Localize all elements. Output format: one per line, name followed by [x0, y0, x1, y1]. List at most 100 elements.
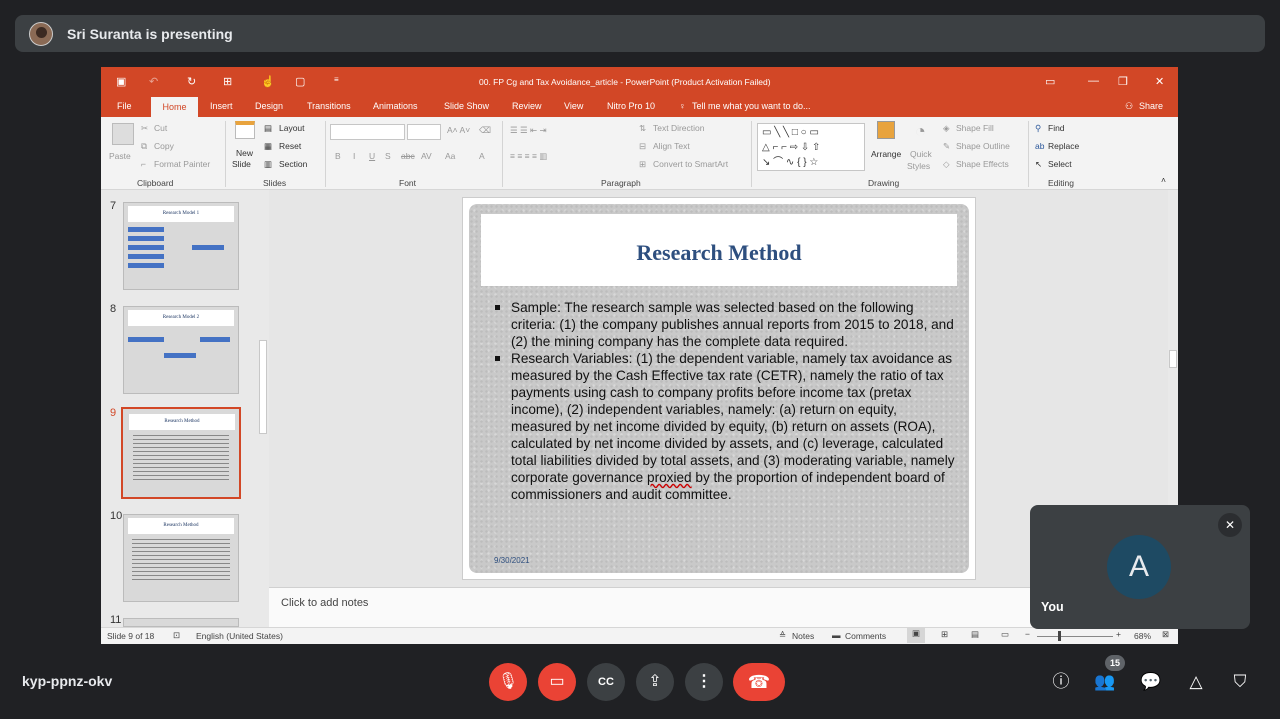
- grow-font-icon[interactable]: A˄ A˅: [447, 125, 470, 135]
- clear-format-icon[interactable]: ⌫: [479, 125, 491, 136]
- copy-button[interactable]: Copy: [154, 141, 174, 151]
- font-size-field[interactable]: [407, 124, 441, 140]
- font-color-button[interactable]: A: [479, 151, 485, 161]
- slide-thumbnail-9[interactable]: Research Method: [121, 407, 241, 499]
- mic-toggle-button[interactable]: 🎙: [489, 663, 527, 701]
- more-options-button[interactable]: ⋮: [685, 663, 723, 701]
- quick-styles-icon[interactable]: ◔: [915, 121, 926, 142]
- slide-thumbnail-10[interactable]: Research Method: [123, 514, 239, 602]
- captions-button[interactable]: CC: [587, 663, 625, 701]
- tab-design[interactable]: Design: [255, 101, 283, 111]
- chat-button[interactable]: 💬: [1139, 670, 1163, 694]
- reading-view-icon[interactable]: ▤: [971, 629, 979, 640]
- zoom-slider-thumb[interactable]: [1058, 631, 1061, 641]
- slide-canvas[interactable]: Research Method Sample: The research sam…: [462, 197, 976, 580]
- self-video-tile[interactable]: ✕ A You: [1030, 505, 1250, 629]
- tab-review[interactable]: Review: [512, 101, 542, 111]
- host-controls-button[interactable]: ⛉: [1228, 670, 1252, 694]
- tab-nitro[interactable]: Nitro Pro 10: [607, 101, 655, 111]
- tell-me-box[interactable]: Tell me what you want to do...: [692, 101, 811, 111]
- people-button[interactable]: 👥: [1093, 670, 1117, 694]
- zoom-slider[interactable]: [1037, 636, 1113, 637]
- section-button[interactable]: Section: [279, 159, 307, 169]
- slide-title[interactable]: Research Method: [481, 214, 957, 286]
- arrange-icon[interactable]: [877, 121, 895, 139]
- paste-button[interactable]: Paste: [109, 151, 131, 161]
- tab-file[interactable]: File: [117, 101, 132, 111]
- font-name-field[interactable]: [330, 124, 405, 140]
- zoom-in-icon[interactable]: +: [1116, 629, 1121, 639]
- find-button[interactable]: Find: [1048, 123, 1065, 133]
- replace-button[interactable]: Replace: [1048, 141, 1079, 151]
- strikethrough-button[interactable]: abc: [401, 151, 415, 161]
- shadow-button[interactable]: S: [385, 151, 391, 161]
- cut-button[interactable]: Cut: [154, 123, 167, 133]
- restore-icon[interactable]: ❐: [1118, 75, 1128, 88]
- save-icon[interactable]: ▣: [116, 75, 126, 88]
- redo-icon[interactable]: ↻: [187, 75, 196, 88]
- present-button[interactable]: ⇪: [636, 663, 674, 701]
- new-slide-button[interactable]: New: [236, 148, 253, 158]
- tab-slideshow[interactable]: Slide Show: [444, 101, 489, 111]
- close-icon[interactable]: ✕: [1155, 75, 1164, 88]
- zoom-level[interactable]: 68%: [1134, 631, 1151, 641]
- slide-body[interactable]: Sample: The research sample was selected…: [495, 299, 955, 503]
- change-case-button[interactable]: Aa: [445, 151, 455, 161]
- quick-styles-button-line2[interactable]: Styles: [907, 161, 930, 171]
- spellcheck-icon[interactable]: ⊡: [173, 630, 180, 641]
- fit-slide-icon[interactable]: ⊠: [1162, 629, 1169, 640]
- minimize-icon[interactable]: —: [1088, 75, 1099, 87]
- align-icons[interactable]: ≡ ≡ ≡ ≡ ▥: [510, 151, 547, 162]
- shapes-gallery[interactable]: ▭ ╲ ╲ □ ○ ▭ △ ⌐ ⌐ ⇨ ⇩ ⇧ ↘ ⌒ ∿ { } ☆: [757, 123, 865, 171]
- underline-button[interactable]: U: [369, 151, 375, 161]
- align-text-button[interactable]: Align Text: [653, 141, 690, 151]
- touch-mode-icon[interactable]: ☝: [261, 75, 275, 88]
- activities-button[interactable]: △: [1184, 670, 1208, 694]
- reset-button[interactable]: Reset: [279, 141, 301, 151]
- convert-smartart-button[interactable]: Convert to SmartArt: [653, 159, 728, 169]
- format-painter-button[interactable]: Format Painter: [154, 159, 210, 169]
- arrange-button[interactable]: Arrange: [871, 149, 901, 159]
- bold-button[interactable]: B: [335, 151, 341, 161]
- slide-thumbnail-11[interactable]: [123, 618, 239, 627]
- sorter-view-icon[interactable]: ⊞: [941, 629, 948, 640]
- slide-thumbnail-8[interactable]: Research Model 2: [123, 306, 239, 394]
- start-slideshow-icon[interactable]: ⊞: [223, 75, 232, 88]
- new-file-icon[interactable]: ▢: [295, 75, 305, 88]
- tab-insert[interactable]: Insert: [210, 101, 233, 111]
- leave-call-button[interactable]: ☎: [733, 663, 785, 701]
- shape-fill-button[interactable]: Shape Fill: [956, 123, 994, 133]
- select-button[interactable]: Select: [1048, 159, 1072, 169]
- shape-effects-button[interactable]: Shape Effects: [956, 159, 1009, 169]
- share-icon[interactable]: ⚇: [1125, 101, 1133, 112]
- zoom-out-icon[interactable]: −: [1025, 629, 1030, 639]
- thumbnails-scrollbar[interactable]: [257, 190, 269, 627]
- paste-icon[interactable]: [112, 123, 134, 145]
- meeting-details-button[interactable]: ⓘ: [1049, 670, 1073, 694]
- collapse-ribbon-icon[interactable]: ˄: [1161, 175, 1166, 185]
- new-slide-button-line2[interactable]: Slide: [232, 159, 251, 169]
- shape-outline-button[interactable]: Shape Outline: [956, 141, 1010, 151]
- tab-view[interactable]: View: [564, 101, 583, 111]
- new-slide-icon[interactable]: [235, 121, 255, 139]
- bullets-icon[interactable]: ☰ ☰ ⇤ ⇥: [510, 125, 547, 136]
- normal-view-icon[interactable]: ▣: [907, 628, 925, 643]
- char-spacing-button[interactable]: AV: [421, 151, 432, 161]
- slideshow-view-icon[interactable]: ▭: [1001, 629, 1009, 640]
- undo-icon[interactable]: ↶: [149, 75, 158, 88]
- comments-toggle[interactable]: Comments: [845, 631, 886, 641]
- italic-button[interactable]: I: [353, 151, 355, 161]
- tab-animations[interactable]: Animations: [373, 101, 418, 111]
- text-direction-button[interactable]: Text Direction: [653, 123, 705, 133]
- slide-thumbnail-7[interactable]: Research Model 1: [123, 202, 239, 290]
- notes-toggle[interactable]: Notes: [792, 631, 814, 641]
- tab-home[interactable]: Home: [151, 97, 198, 117]
- language-status[interactable]: English (United States): [196, 631, 283, 641]
- camera-toggle-button[interactable]: ▭: [538, 663, 576, 701]
- ribbon-display-icon[interactable]: ▭: [1045, 75, 1055, 88]
- layout-button[interactable]: Layout: [279, 123, 305, 133]
- tab-transitions[interactable]: Transitions: [307, 101, 351, 111]
- customize-qat-icon[interactable]: ≡: [334, 75, 339, 84]
- quick-styles-button[interactable]: Quick: [910, 149, 932, 159]
- share-button[interactable]: Share: [1139, 101, 1163, 111]
